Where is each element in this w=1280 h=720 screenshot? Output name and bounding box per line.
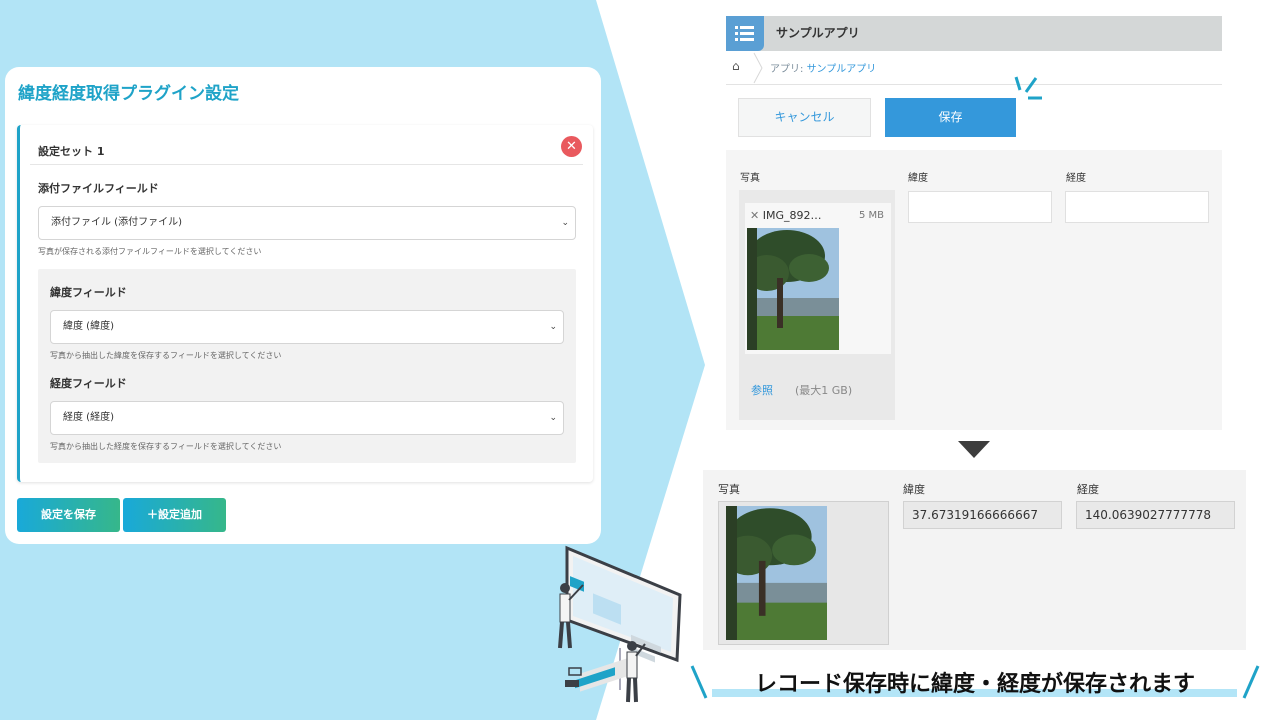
result-latitude-label: 緯度 <box>903 483 925 496</box>
max-size-text: (最大1 GB) <box>795 384 853 397</box>
attached-file-name: ✕ IMG_892… <box>750 209 821 222</box>
banner-slash-left <box>690 665 708 699</box>
save-settings-button[interactable]: 設定を保存 <box>17 498 120 532</box>
photo-field-label: 写真 <box>740 173 760 184</box>
attachment-field-select[interactable]: 添付ファイル (添付ファイル) ⌄ <box>38 206 576 240</box>
longitude-field-label: 経度フィールド <box>50 377 127 390</box>
attachment-field-label: 添付ファイルフィールド <box>38 182 159 195</box>
app-header: サンプルアプリ <box>726 16 1222 51</box>
breadcrumb-prefix: アプリ: <box>770 64 804 75</box>
add-settings-button[interactable]: ＋設定追加 <box>123 498 226 532</box>
attachment-field-value: 添付ファイル (添付ファイル) <box>51 217 182 228</box>
chevron-down-icon: ⌄ <box>549 322 557 332</box>
plugin-settings-panel: 緯度経度取得プラグイン設定 設定セット 1 ✕ 添付ファイルフィールド 添付ファ… <box>5 67 601 544</box>
result-photo-image[interactable] <box>726 506 827 640</box>
breadcrumb: ⌂ アプリ: サンプルアプリ <box>726 51 1222 85</box>
caption-banner: レコード保存時に緯度・経度が保存されます <box>690 662 1260 702</box>
latitude-field-help: 写真から抽出した緯度を保存するフィールドを選択してください <box>50 351 282 360</box>
close-icon: ✕ <box>566 139 577 154</box>
click-emphasis-icon <box>1014 76 1042 100</box>
illustration-person-monitor <box>558 545 682 703</box>
attachment-field-help: 写真が保存される添付ファイルフィールドを選択してください <box>38 247 262 256</box>
latitude-field-label: 緯度フィールド <box>50 286 127 299</box>
latitude-input[interactable] <box>908 191 1052 223</box>
result-longitude-value: 140.0639027777778 <box>1076 501 1235 529</box>
home-icon[interactable]: ⌂ <box>732 59 740 73</box>
photo-thumbnail <box>747 228 839 350</box>
latitude-field-value: 緯度 (緯度) <box>63 321 114 332</box>
chevron-down-icon: ⌄ <box>561 218 569 228</box>
divider <box>30 164 583 165</box>
breadcrumb-separator <box>753 52 763 84</box>
page-title: 緯度経度取得プラグイン設定 <box>18 84 239 104</box>
breadcrumb-app-link[interactable]: サンプルアプリ <box>807 64 877 75</box>
settings-set-card: 設定セット 1 ✕ 添付ファイルフィールド 添付ファイル (添付ファイル) ⌄ … <box>17 125 593 482</box>
coordinate-fields-box: 緯度フィールド 緯度 (緯度) ⌄ 写真から抽出した緯度を保存するフィールドを選… <box>38 269 576 463</box>
banner-slash-right <box>1242 665 1260 699</box>
record-save-button[interactable]: 保存 <box>885 98 1016 137</box>
longitude-field-select[interactable]: 経度 (経度) ⌄ <box>50 401 564 435</box>
file-name-text: IMG_892… <box>762 209 822 222</box>
app-list-icon[interactable] <box>726 16 764 51</box>
app-name: サンプルアプリ <box>776 26 860 40</box>
longitude-label: 経度 <box>1066 173 1086 184</box>
caption-text: レコード保存時に緯度・経度が保存されます <box>754 672 1195 697</box>
arrow-down-icon <box>958 441 990 458</box>
remove-set-button[interactable]: ✕ <box>561 136 582 157</box>
latitude-label: 緯度 <box>908 173 928 184</box>
attached-file-size: 5 MB <box>859 210 885 221</box>
longitude-field-value: 経度 (経度) <box>63 412 114 423</box>
cancel-button[interactable]: キャンセル <box>738 98 871 137</box>
longitude-field-help: 写真から抽出した経度を保存するフィールドを選択してください <box>50 442 282 451</box>
settings-set-title: 設定セット 1 <box>38 145 105 158</box>
result-longitude-label: 経度 <box>1077 483 1099 496</box>
latitude-field-select[interactable]: 緯度 (緯度) ⌄ <box>50 310 564 344</box>
remove-file-icon[interactable]: ✕ <box>750 209 763 222</box>
breadcrumb-text: アプリ: サンプルアプリ <box>770 60 876 75</box>
result-latitude-value: 37.67319166666667 <box>903 501 1062 529</box>
browse-link[interactable]: 参照 <box>751 382 773 398</box>
longitude-input[interactable] <box>1065 191 1209 223</box>
result-photo-label: 写真 <box>718 483 740 496</box>
chevron-down-icon: ⌄ <box>549 413 557 423</box>
